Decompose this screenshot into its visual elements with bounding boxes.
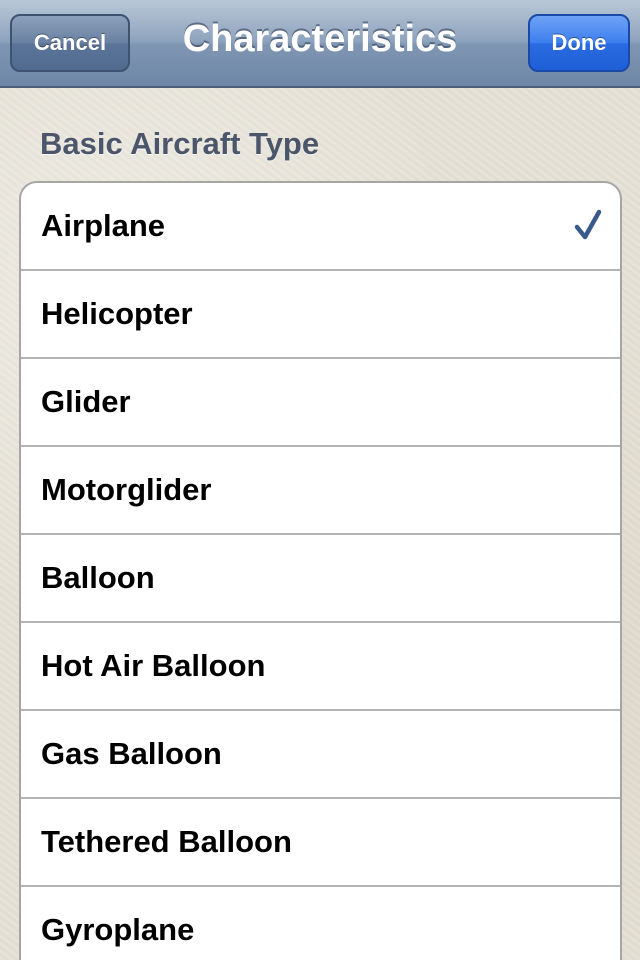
list-item-gyroplane[interactable]: Gyroplane xyxy=(21,887,620,960)
list-item-label: Tethered Balloon xyxy=(41,824,292,859)
list-item-label: Motorglider xyxy=(41,472,212,507)
section-header: Basic Aircraft Type xyxy=(40,126,320,161)
list-item-label: Gyroplane xyxy=(41,912,195,947)
list-item-label: Balloon xyxy=(41,560,155,595)
list-item-label: Glider xyxy=(41,384,131,419)
checkmark-icon xyxy=(574,209,602,240)
navigation-bar: Cancel Characteristics Done xyxy=(0,0,640,88)
list-item-motorglider[interactable]: Motorglider xyxy=(21,447,620,535)
list-item-airplane[interactable]: Airplane xyxy=(21,183,620,271)
list-item-hot-air-balloon[interactable]: Hot Air Balloon xyxy=(21,623,620,711)
list-item-tethered-balloon[interactable]: Tethered Balloon xyxy=(21,799,620,887)
list-item-glider[interactable]: Glider xyxy=(21,359,620,447)
list-item-balloon[interactable]: Balloon xyxy=(21,535,620,623)
list-item-label: Airplane xyxy=(41,208,166,243)
list-item-label: Hot Air Balloon xyxy=(41,648,266,683)
list-item-label: Helicopter xyxy=(41,296,193,331)
aircraft-type-list: Airplane Helicopter Glider Motorglider B… xyxy=(19,181,622,960)
list-item-label: Gas Balloon xyxy=(41,736,222,771)
done-button[interactable]: Done xyxy=(528,14,630,72)
list-item-gas-balloon[interactable]: Gas Balloon xyxy=(21,711,620,799)
list-item-helicopter[interactable]: Helicopter xyxy=(21,271,620,359)
